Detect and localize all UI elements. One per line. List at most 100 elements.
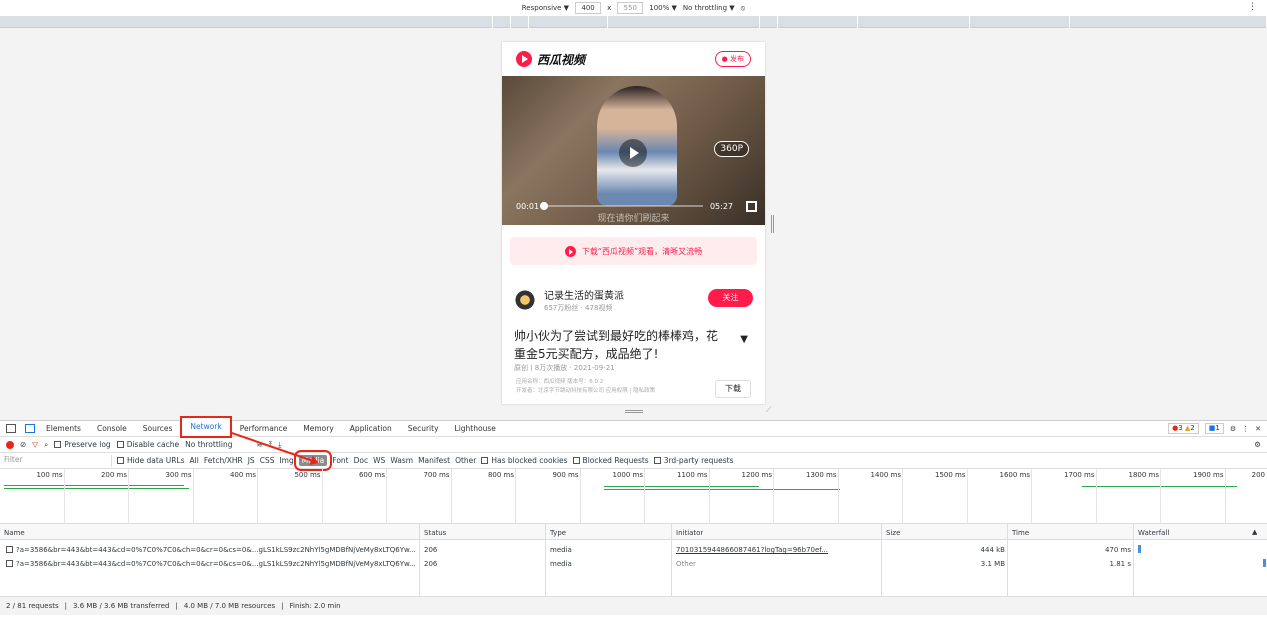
column-header-size[interactable]: Size xyxy=(886,529,900,537)
tab-sources[interactable]: Sources xyxy=(135,424,181,433)
tab-lighthouse[interactable]: Lighthouse xyxy=(447,424,504,433)
column-header-name[interactable]: Name xyxy=(4,529,25,537)
preserve-log-label: Preserve log xyxy=(64,440,111,449)
throttle-select[interactable]: No throttling ▼ xyxy=(683,4,735,12)
messages-badge[interactable]: ■1 xyxy=(1204,423,1224,434)
filter-img[interactable]: Img xyxy=(279,456,293,465)
follow-button[interactable]: 关注 xyxy=(708,289,753,307)
avatar[interactable] xyxy=(514,289,536,311)
progress-bar[interactable] xyxy=(542,205,703,207)
resize-handle-corner[interactable]: ⟋ xyxy=(766,405,772,415)
author-name[interactable]: 记录生活的蛋黄派 xyxy=(544,287,624,302)
tab-performance[interactable]: Performance xyxy=(232,424,296,433)
tab-network[interactable]: Network xyxy=(180,415,232,438)
request-bar xyxy=(604,486,759,487)
filter-other[interactable]: Other xyxy=(455,456,476,465)
network-overview-timeline[interactable]: 100 ms 200 ms 300 ms 400 ms 500 ms 600 ms 700 … xyxy=(0,469,1267,524)
column-header-initiator[interactable]: Initiator xyxy=(676,529,703,537)
tab-elements[interactable]: Elements xyxy=(38,424,89,433)
customize-menu-icon[interactable]: ⋮ xyxy=(1242,425,1249,433)
play-icon[interactable] xyxy=(619,139,647,167)
checkbox-icon xyxy=(572,457,580,464)
issues-badge[interactable]: ●3 ▲2 xyxy=(1168,423,1199,434)
expand-caret-icon[interactable]: ▼ xyxy=(740,331,748,349)
tab-memory[interactable]: Memory xyxy=(295,424,342,433)
timeline-gridline xyxy=(321,469,323,524)
xigua-logo-icon[interactable] xyxy=(516,51,532,67)
column-header-type[interactable]: Type xyxy=(550,529,566,537)
inspect-element-icon[interactable] xyxy=(6,424,16,433)
network-status-bar: 2 / 81 requests | 3.6 MB / 3.6 MB transfe… xyxy=(0,597,1267,615)
filter-manifest[interactable]: Manifest xyxy=(418,456,450,465)
sort-up-icon[interactable]: ▲ xyxy=(1252,528,1257,536)
settings-gear-icon[interactable]: ⚙ xyxy=(1230,425,1236,433)
column-header-waterfall[interactable]: Waterfall xyxy=(1138,529,1169,537)
blocked-cookies-checkbox[interactable]: Has blocked cookies xyxy=(481,456,568,465)
tab-security[interactable]: Security xyxy=(400,424,447,433)
request-bar xyxy=(4,488,189,489)
filter-wasm[interactable]: Wasm xyxy=(390,456,413,465)
filter-doc[interactable]: Doc xyxy=(354,456,369,465)
devtools-tab-bar: Elements Console Sources Network Perform… xyxy=(0,415,1267,438)
height-input[interactable]: 550 xyxy=(617,2,644,14)
throttling-select[interactable]: No throttling xyxy=(185,440,232,449)
filter-fetch-xhr[interactable]: Fetch/XHR xyxy=(204,456,243,465)
publish-button[interactable]: ● 发布 xyxy=(714,51,751,67)
resize-handle-right[interactable] xyxy=(771,215,774,233)
waterfall-bar xyxy=(1138,545,1141,553)
site-logo-text[interactable]: 西瓜视频 xyxy=(537,51,585,68)
author-meta: 657万粉丝 · 478视频 xyxy=(544,304,613,312)
tab-application[interactable]: Application xyxy=(342,424,400,433)
column-header-time[interactable]: Time xyxy=(1012,529,1029,537)
timeline-tick-label: 100 ms xyxy=(36,471,63,479)
blocked-requests-checkbox[interactable]: Blocked Requests xyxy=(572,456,649,465)
filter-font[interactable]: Font xyxy=(332,456,348,465)
row-size: 444 kB xyxy=(980,546,1005,554)
search-icon[interactable]: ⌕ xyxy=(44,440,48,450)
row-initiator-link[interactable]: 7010315944866087461?logTag=96b70ef... xyxy=(676,546,876,554)
filter-js[interactable]: JS xyxy=(248,456,255,465)
row-type: media xyxy=(550,546,572,554)
video-player[interactable]: 360P 00:01 05:27 现在请你们刷起来 xyxy=(502,76,765,225)
row-initiator: Other xyxy=(676,560,696,568)
timeline-gridline xyxy=(837,469,839,524)
column-header-status[interactable]: Status xyxy=(424,529,446,537)
app-info-line-2[interactable]: 开发者：北京字节跳动科技有限公司 应用权限 | 隐私政策 xyxy=(516,387,655,396)
filter-icon[interactable]: ▽ xyxy=(32,440,38,449)
disable-cache-checkbox[interactable]: Disable cache xyxy=(116,440,179,449)
table-row-name[interactable]: ?a=3586&br=443&bt=443&cd=0%7C0%7C0&ch=0&… xyxy=(6,546,416,554)
filter-all[interactable]: All xyxy=(190,456,199,465)
more-options-icon[interactable]: ⋮ xyxy=(1248,2,1257,12)
filter-ws[interactable]: WS xyxy=(373,456,385,465)
resize-handle-bottom[interactable] xyxy=(625,410,643,413)
download-button[interactable]: 下载 xyxy=(715,380,751,398)
checkbox-icon xyxy=(653,457,661,464)
resolution-button[interactable]: 360P xyxy=(714,141,749,157)
device-toggle-icon[interactable] xyxy=(25,424,35,433)
filter-css[interactable]: CSS xyxy=(260,456,275,465)
timeline-gridline xyxy=(450,469,452,524)
close-icon[interactable]: ✕ xyxy=(1255,425,1261,433)
timeline-tick-label: 300 ms xyxy=(165,471,192,479)
requests-table: Name Status Type Initiator Size Time Wat… xyxy=(0,524,1267,597)
table-row-name[interactable]: ?a=3586&br=443&bt=443&cd=0%7C0%7C0&ch=0&… xyxy=(6,560,416,568)
timeline-gridline xyxy=(1160,469,1161,524)
clear-icon[interactable]: ⊘ xyxy=(20,440,26,449)
tab-console[interactable]: Console xyxy=(89,424,135,433)
progress-knob[interactable] xyxy=(540,202,548,210)
media-query-bar[interactable] xyxy=(0,16,1267,28)
row-name-text: ?a=3586&br=443&bt=443&cd=0%7C0%7C0&ch=0&… xyxy=(16,560,416,568)
network-settings-icon[interactable]: ⚙ xyxy=(1254,440,1261,449)
preserve-log-checkbox[interactable]: Preserve log xyxy=(54,440,111,449)
width-input[interactable]: 400 xyxy=(575,2,602,14)
row-status: 206 xyxy=(424,546,438,554)
download-banner[interactable]: 下载“西瓜视频”观看，清晰又流畅 xyxy=(510,237,757,265)
hide-data-urls-checkbox[interactable]: Hide data URLs xyxy=(117,456,185,465)
device-select[interactable]: Responsive ▼ xyxy=(522,4,569,12)
download-banner-text: 下载“西瓜视频”观看，清晰又流畅 xyxy=(581,246,703,256)
zoom-select[interactable]: 100% ▼ xyxy=(649,4,677,12)
third-party-checkbox[interactable]: 3rd-party requests xyxy=(653,456,734,465)
record-icon[interactable] xyxy=(6,440,14,449)
filter-input[interactable]: Filter xyxy=(0,454,112,467)
rotate-icon[interactable]: ⦸ xyxy=(741,4,746,13)
